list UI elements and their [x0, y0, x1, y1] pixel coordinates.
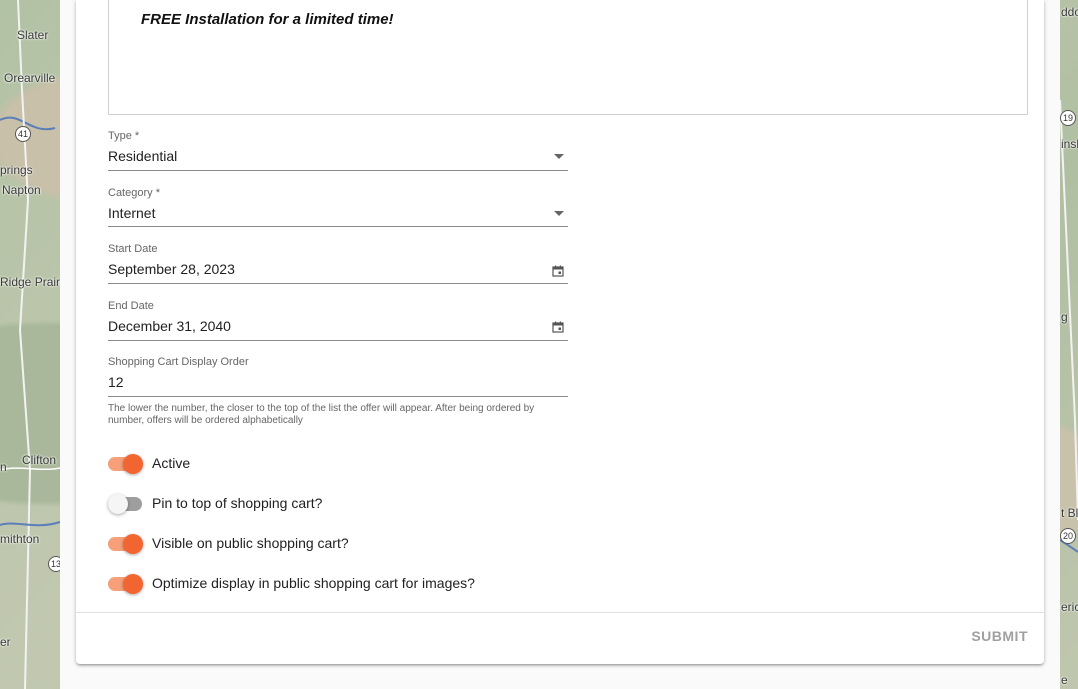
offer-form-card: FREE Installation for a limited time! Ty… [76, 0, 1044, 664]
description-editor[interactable]: FREE Installation for a limited time! [108, 0, 1028, 115]
type-label: Type * [108, 130, 140, 142]
map-label: t Blu [1061, 506, 1078, 520]
map-label: Ridge Prairi [0, 275, 63, 289]
calendar-icon[interactable] [552, 265, 564, 277]
category-value[interactable]: Internet [108, 205, 155, 221]
map-label: mithton [0, 532, 40, 546]
map-label: erick [1061, 600, 1078, 614]
map-label: prings [0, 163, 33, 177]
map-label: insh [1061, 137, 1078, 151]
category-label: Category * [108, 187, 160, 199]
map-label: Napton [2, 183, 41, 197]
type-value[interactable]: Residential [108, 148, 177, 164]
description-text[interactable]: FREE Installation for a limited time! [141, 11, 394, 28]
display-order-value[interactable]: 12 [108, 374, 124, 390]
chevron-down-icon[interactable] [554, 154, 564, 159]
start-date-field[interactable]: Start Date September 28, 2023 [108, 241, 568, 284]
map-label: er [0, 635, 11, 649]
toggle-thumb[interactable] [108, 494, 128, 514]
display-order-hint: The lower the number, the closer to the … [108, 403, 535, 426]
toggle-thumb[interactable] [123, 574, 143, 594]
end-date-value[interactable]: December 31, 2040 [108, 318, 231, 334]
toggle-thumb[interactable] [123, 534, 143, 554]
visible-public-cart-toggle-label[interactable]: Visible on public shopping cart? [152, 535, 349, 551]
optimize-images-toggle-label[interactable]: Optimize display in public shopping cart… [152, 575, 475, 591]
route-shield-icon: 20 [1060, 528, 1076, 544]
calendar-icon[interactable] [552, 321, 564, 333]
start-date-value[interactable]: September 28, 2023 [108, 261, 235, 277]
end-date-field[interactable]: End Date December 31, 2040 [108, 298, 568, 341]
type-select[interactable]: Type * Residential [108, 128, 568, 171]
toggle-thumb[interactable] [123, 454, 143, 474]
chevron-down-icon[interactable] [554, 211, 564, 216]
map-label: Slater [17, 28, 49, 42]
map-label: ddo [1061, 5, 1078, 19]
end-date-label: End Date [108, 300, 154, 312]
pin-to-top-toggle-label[interactable]: Pin to top of shopping cart? [152, 495, 322, 511]
map-label: Clifton [22, 453, 57, 467]
map-label: Orearville [4, 71, 56, 85]
active-toggle-label[interactable]: Active [152, 455, 190, 471]
actions-divider [76, 612, 1044, 613]
map-label: g [1061, 310, 1068, 324]
route-shield-icon: 41 [15, 126, 31, 142]
display-order-input[interactable]: Shopping Cart Display Order 12 [108, 354, 568, 397]
start-date-label: Start Date [108, 243, 158, 255]
map-label: n [0, 460, 7, 474]
route-shield-icon: 19 [1060, 110, 1076, 126]
submit-button[interactable]: SUBMIT [971, 628, 1028, 644]
map-label: e [1061, 673, 1068, 687]
display-order-label: Shopping Cart Display Order [108, 356, 249, 368]
category-select[interactable]: Category * Internet [108, 185, 568, 227]
offer-dialog: FREE Installation for a limited time! Ty… [60, 0, 1060, 689]
